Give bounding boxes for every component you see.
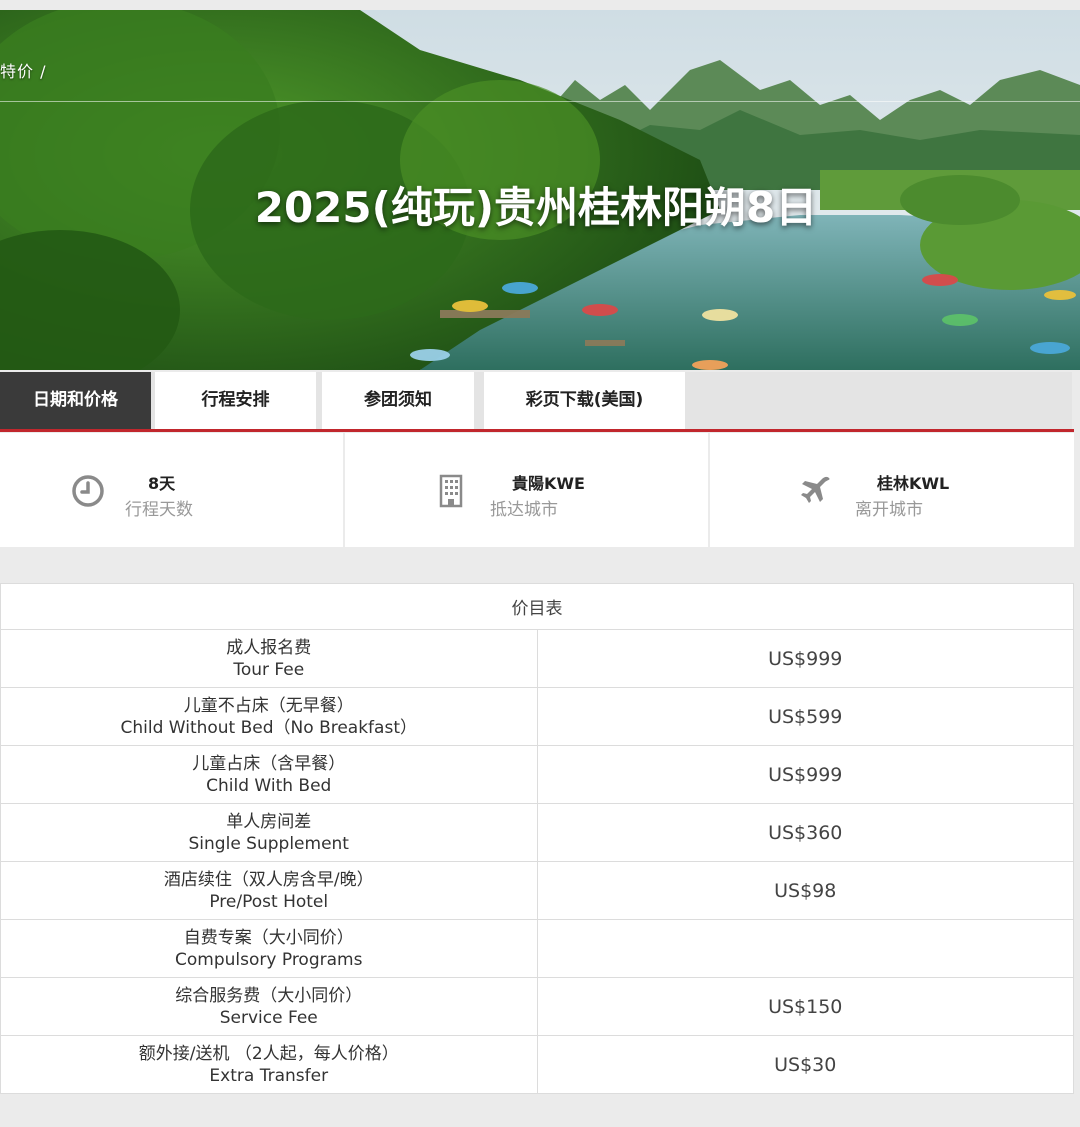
fee-label-cn: 综合服务费（大小同价） — [175, 985, 363, 1006]
fee-label-en: Extra Transfer — [209, 1065, 329, 1086]
building-icon — [439, 474, 463, 508]
fee-label-cn: 额外接/送机 （2人起，每人价格） — [138, 1043, 399, 1064]
hero-banner: 特价 / 2025(纯玩)贵州桂林阳朔8日 — [0, 10, 1080, 370]
breadcrumb-divider — [0, 101, 1080, 102]
fee-label-en: Single Supplement — [188, 833, 349, 854]
airplane-icon — [801, 476, 830, 503]
info-arrival-city: 貴陽KWE 抵达城市 — [345, 433, 708, 547]
fee-label: 成人报名费 Tour Fee — [0, 629, 538, 688]
fee-label: 儿童不占床（无早餐） Child Without Bed（No Breakfas… — [0, 687, 538, 746]
page-title: 2025(纯玩)贵州桂林阳朔8日 — [254, 183, 818, 232]
tab-itinerary[interactable]: 行程安排 — [155, 372, 316, 430]
table-row: 额外接/送机 （2人起，每人价格） Extra Transfer US$30 — [0, 1035, 1074, 1094]
fee-price: US$999 — [536, 629, 1074, 688]
info-duration-value: 8天 — [148, 474, 176, 493]
tab-underline — [0, 429, 1074, 432]
breadcrumb[interactable]: 特价 / — [0, 58, 46, 82]
price-table-header: 价目表 — [0, 583, 1074, 630]
fee-label-cn: 儿童不占床（无早餐） — [183, 695, 354, 716]
info-departure-city: 桂林KWL 离开城市 — [710, 433, 1074, 547]
fee-label: 单人房间差 Single Supplement — [0, 803, 538, 862]
fee-price: US$98 — [536, 861, 1074, 920]
fee-label-en: Tour Fee — [233, 659, 305, 680]
table-row: 酒店续住（双人房含早/晚） Pre/Post Hotel US$98 — [0, 861, 1074, 920]
fee-label-cn: 自费专案（大小同价） — [183, 927, 354, 948]
fee-label-en: Child With Bed — [206, 775, 332, 796]
tab-notices[interactable]: 参团须知 — [322, 372, 474, 430]
fee-price: US$30 — [536, 1035, 1074, 1094]
fee-label: 酒店续住（双人房含早/晚） Pre/Post Hotel — [0, 861, 538, 920]
fee-label: 综合服务费（大小同价） Service Fee — [0, 977, 538, 1036]
fee-label: 儿童占床（含早餐） Child With Bed — [0, 745, 538, 804]
fee-label-cn: 儿童占床（含早餐） — [192, 753, 346, 774]
fee-price: US$999 — [536, 745, 1074, 804]
fee-label: 额外接/送机 （2人起，每人价格） Extra Transfer — [0, 1035, 538, 1094]
info-arrival-label: 抵达城市 — [490, 500, 558, 520]
fee-label-en: Service Fee — [219, 1007, 318, 1028]
clock-icon — [72, 475, 104, 507]
price-table: 价目表 成人报名费 Tour Fee US$999 儿童不占床（无早餐） Chi… — [0, 583, 1074, 1094]
tab-brochure-download[interactable]: 彩页下载(美国) — [484, 372, 685, 430]
fee-label-cn: 酒店续住（双人房含早/晚） — [163, 869, 374, 890]
info-duration-label: 行程天数 — [125, 500, 193, 520]
info-duration: 8天 行程天数 — [0, 433, 343, 547]
info-departure-label: 离开城市 — [855, 500, 923, 520]
fee-label-en: Child Without Bed（No Breakfast） — [120, 717, 418, 738]
trip-info-bar: 8天 行程天数 貴陽KWE 抵达城市 桂林KWL 离开城市 — [0, 433, 1074, 547]
fee-price: US$150 — [536, 977, 1074, 1036]
table-row: 成人报名费 Tour Fee US$999 — [0, 629, 1074, 688]
tab-bar: 日期和价格 行程安排 参团须知 彩页下载(美国) — [0, 372, 1072, 430]
fee-label-en: Pre/Post Hotel — [209, 891, 329, 912]
info-departure-value: 桂林KWL — [877, 474, 950, 493]
table-row: 儿童不占床（无早餐） Child Without Bed（No Breakfas… — [0, 687, 1074, 746]
fee-price: US$599 — [536, 687, 1074, 746]
fee-price: US$360 — [536, 803, 1074, 862]
fee-label: 自费专案（大小同价） Compulsory Programs — [0, 919, 538, 978]
table-row: 单人房间差 Single Supplement US$360 — [0, 803, 1074, 862]
fee-price — [536, 919, 1074, 978]
fee-label-en: Compulsory Programs — [175, 949, 363, 970]
info-arrival-value: 貴陽KWE — [512, 474, 585, 493]
page: 特价 / 2025(纯玩)贵州桂林阳朔8日 日期和价格 行程安排 参团须知 彩页… — [0, 0, 1080, 1127]
table-row: 综合服务费（大小同价） Service Fee US$150 — [0, 977, 1074, 1036]
tab-dates-prices[interactable]: 日期和价格 — [0, 372, 151, 430]
table-row: 自费专案（大小同价） Compulsory Programs — [0, 919, 1074, 978]
table-row: 儿童占床（含早餐） Child With Bed US$999 — [0, 745, 1074, 804]
fee-label-cn: 成人报名费 — [226, 637, 312, 658]
fee-label-cn: 单人房间差 — [226, 811, 312, 832]
